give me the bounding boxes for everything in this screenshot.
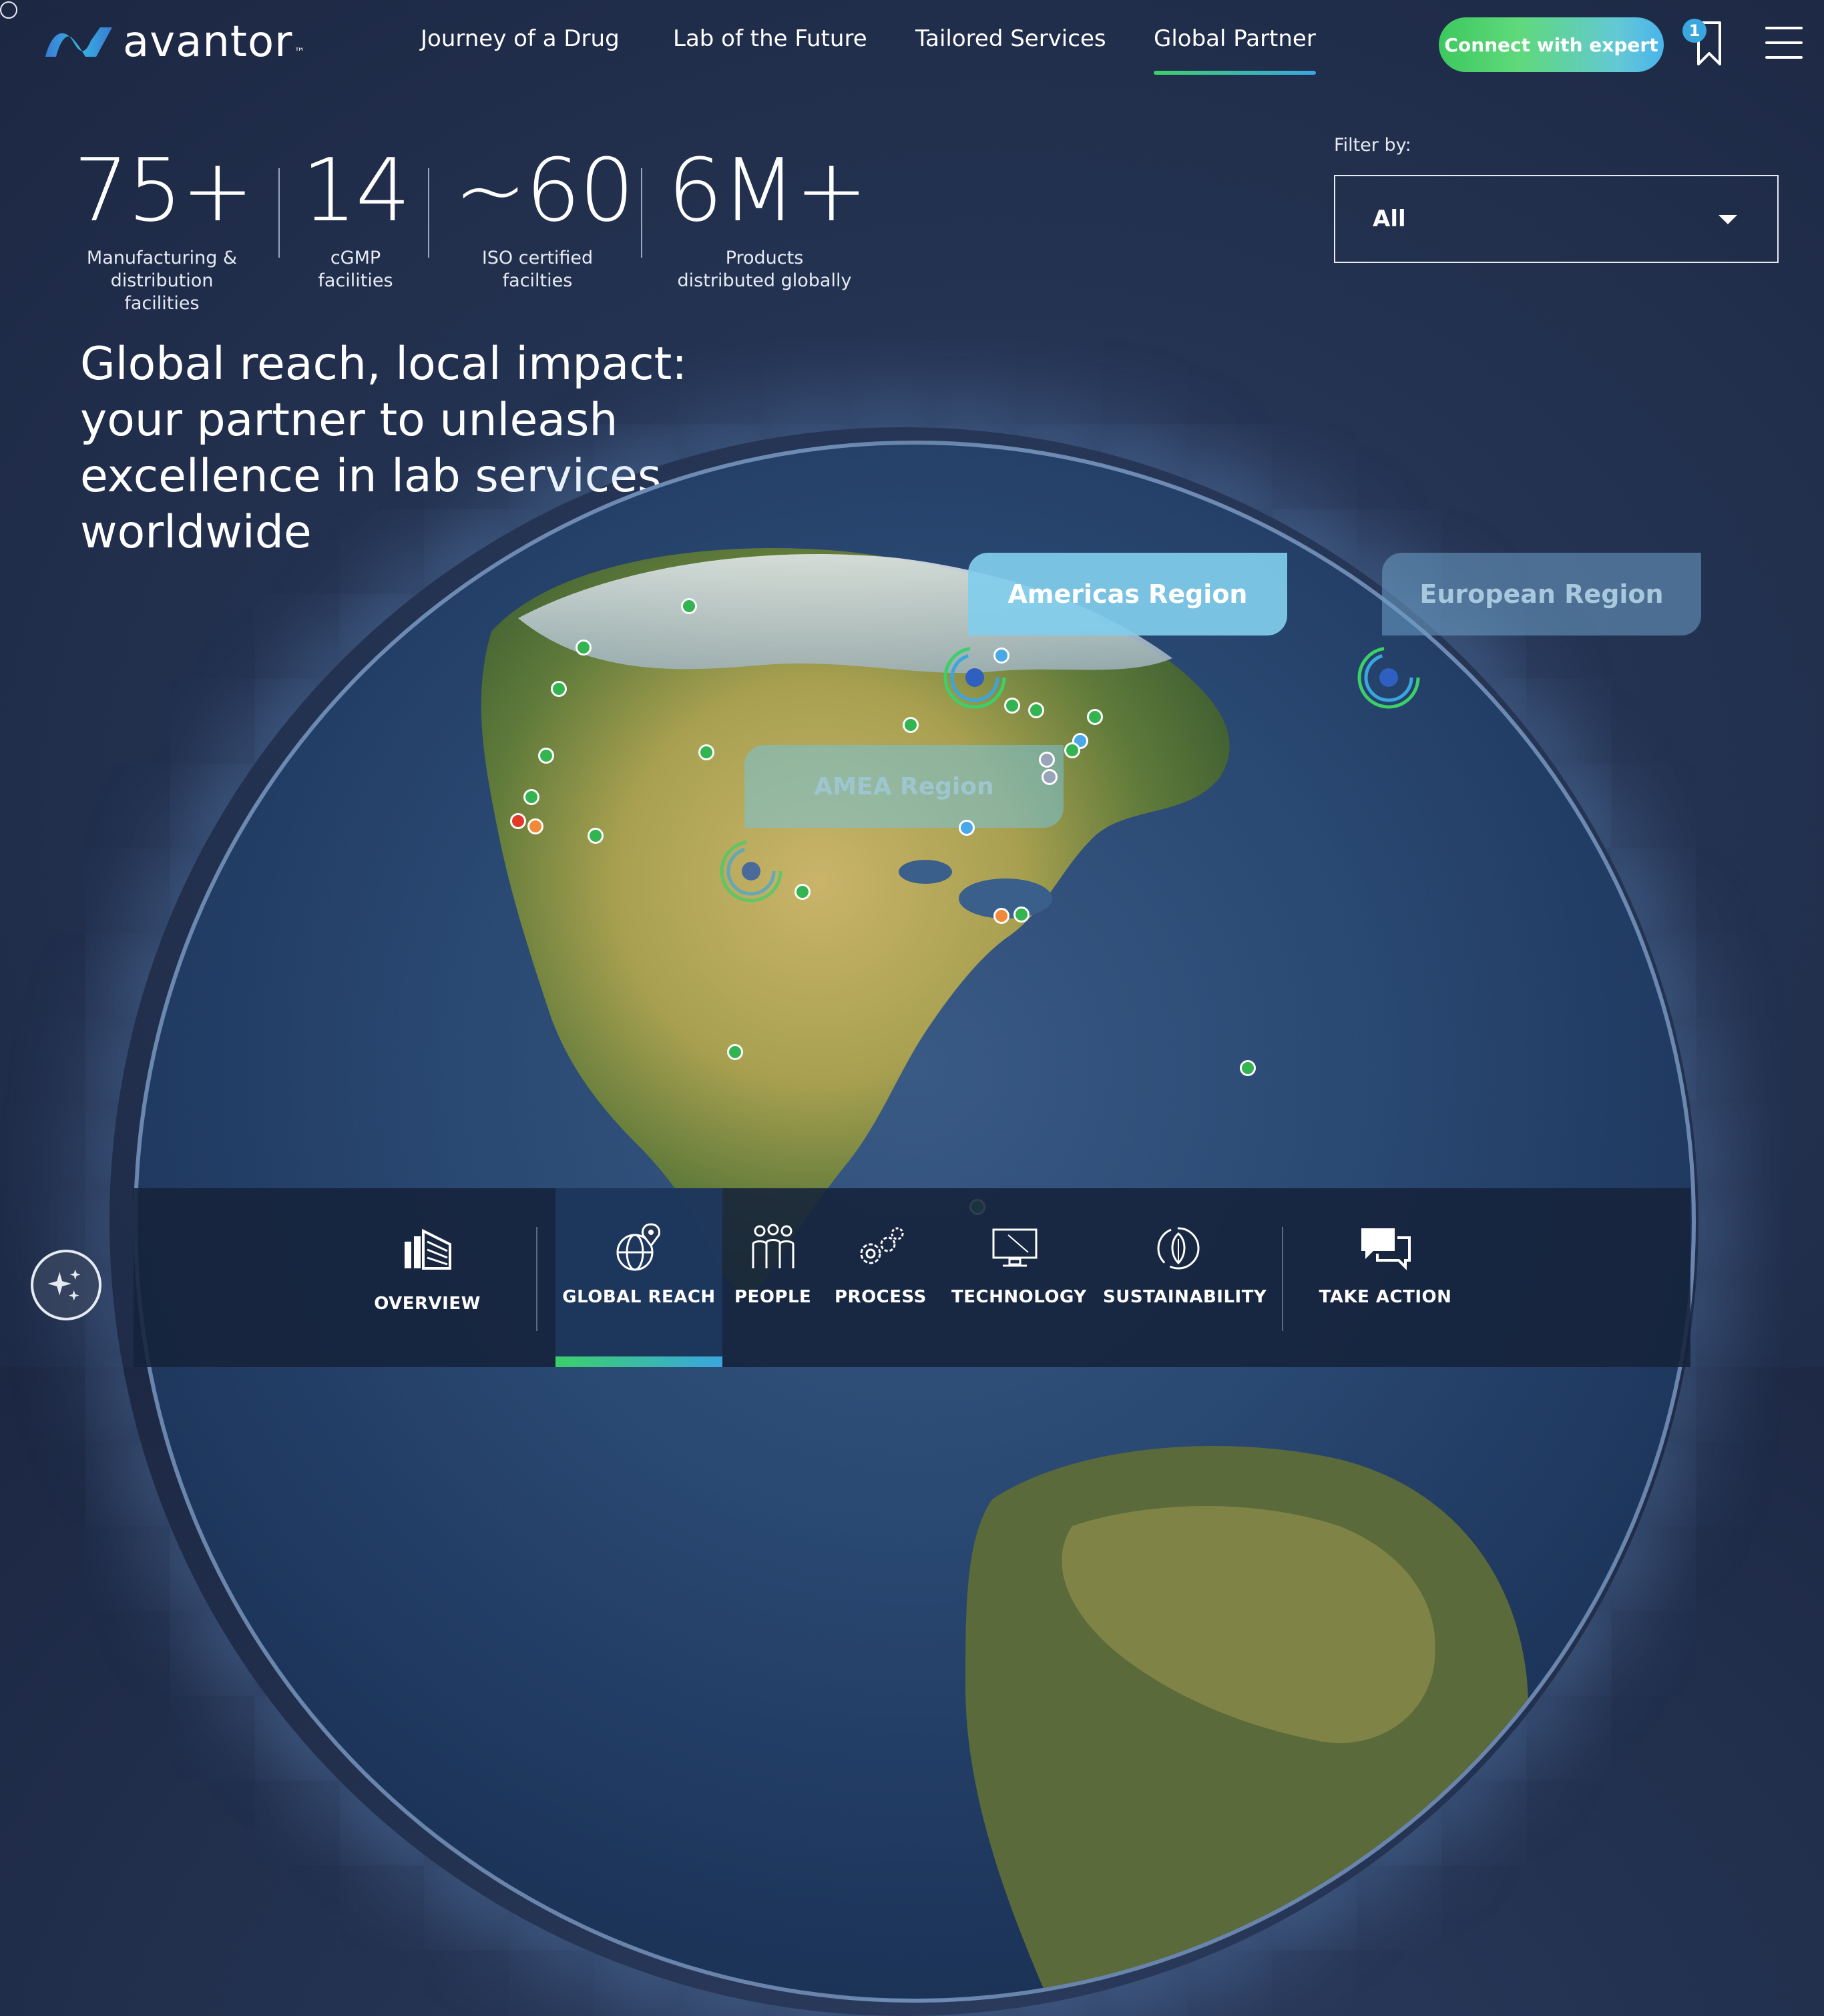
stat-label: Manufacturing & distribution facilities	[73, 247, 250, 315]
facility-marker[interactable]	[903, 717, 919, 733]
stat-divider	[428, 168, 429, 258]
facility-marker[interactable]	[1013, 907, 1030, 923]
facility-marker[interactable]	[993, 648, 1009, 664]
brand-trademark: ™	[294, 45, 305, 58]
building-icon	[405, 1228, 451, 1270]
filter-dropdown[interactable]: All	[1334, 175, 1779, 263]
section-nav-take-action[interactable]: TAKE ACTION	[1319, 1222, 1452, 1307]
stat-iso: ~60 ISO certified facilties	[454, 140, 634, 292]
region-tab-amea[interactable]: AMEA Region	[744, 745, 1064, 828]
people-icon	[752, 1224, 794, 1268]
section-nav-overview[interactable]: OVERVIEW	[374, 1222, 481, 1314]
stat-value: 14	[301, 140, 411, 241]
section-nav-label: SUSTAINABILITY	[1103, 1287, 1267, 1307]
stat-label-line: Products	[725, 248, 804, 268]
facility-marker[interactable]	[510, 813, 526, 829]
region-tab-americas[interactable]: Americas Region	[968, 553, 1287, 636]
chat-icon	[1361, 1228, 1411, 1270]
hamburger-menu-icon[interactable]	[1765, 27, 1803, 60]
brand-name: avantor	[123, 17, 293, 67]
section-nav-divider	[1282, 1227, 1283, 1331]
section-nav-divider	[536, 1227, 537, 1331]
stat-products: 6M+ Products distributed globally	[668, 140, 868, 292]
nav-lab-of-the-future[interactable]: Lab of the Future	[673, 25, 867, 52]
facility-marker[interactable]	[1004, 698, 1020, 714]
section-nav-label: GLOBAL REACH	[562, 1287, 716, 1307]
stat-label-line: Manufacturing &	[86, 248, 238, 268]
hub-marker-icon[interactable]	[718, 838, 784, 905]
section-nav-label: OVERVIEW	[374, 1294, 481, 1314]
ai-assistant-button[interactable]	[31, 1250, 101, 1320]
nav-global-partner[interactable]: Global Partner	[1154, 25, 1316, 75]
section-nav-people[interactable]: PEOPLE	[734, 1222, 811, 1307]
facility-marker[interactable]	[993, 908, 1009, 924]
stat-value: ~60	[454, 140, 634, 241]
bookmark-count-badge: 1	[1682, 19, 1706, 43]
stat-label: cGMP facilities	[294, 247, 417, 292]
nav-journey-of-a-drug[interactable]: Journey of a Drug	[421, 25, 620, 52]
stat-divider	[278, 168, 280, 258]
stat-divider	[641, 168, 642, 258]
facility-marker[interactable]	[1087, 709, 1103, 725]
gears-icon	[860, 1227, 903, 1264]
facility-marker[interactable]	[681, 598, 697, 614]
facility-marker[interactable]	[794, 884, 811, 900]
caret-down-icon	[1719, 215, 1737, 224]
stat-label-line: distribution facilities	[110, 270, 214, 314]
facility-marker[interactable]	[1240, 1060, 1256, 1076]
facility-marker[interactable]	[588, 828, 604, 844]
stat-label: Products distributed globally	[668, 247, 861, 292]
stat-label-line: facilties	[502, 270, 573, 291]
facility-marker[interactable]	[523, 789, 539, 805]
hub-marker-icon[interactable]	[1355, 644, 1422, 711]
avantor-logo[interactable]: avantor ™	[43, 17, 305, 67]
facility-marker[interactable]	[1039, 752, 1055, 768]
leaf-icon	[1157, 1227, 1199, 1270]
section-nav-sustainability[interactable]: SUSTAINABILITY	[1103, 1222, 1267, 1307]
stat-label: ISO certified facilties	[454, 247, 621, 292]
stat-label-line: cGMP	[330, 248, 381, 268]
section-nav-global-reach[interactable]: GLOBAL REACH	[562, 1222, 716, 1307]
filter-label: Filter by:	[1334, 135, 1411, 156]
stat-value: 6M+	[668, 140, 868, 241]
facility-marker[interactable]	[959, 820, 975, 836]
facility-marker[interactable]	[538, 748, 554, 764]
section-nav-label: TAKE ACTION	[1319, 1287, 1452, 1307]
facility-marker[interactable]	[527, 818, 543, 834]
section-nav-process[interactable]: PROCESS	[835, 1222, 927, 1307]
facility-marker[interactable]	[727, 1044, 743, 1060]
section-nav-label: PROCESS	[835, 1287, 927, 1307]
stat-cgmp: 14 cGMP facilities	[294, 147, 417, 292]
connect-with-expert-button[interactable]: Connect with expert	[1439, 17, 1664, 72]
stat-label-line: distributed globally	[677, 270, 852, 291]
section-nav-technology[interactable]: TECHNOLOGY	[951, 1222, 1087, 1307]
globe-pin-icon	[616, 1223, 660, 1271]
stat-facilities: 75+ Manufacturing & distribution facilit…	[73, 140, 254, 315]
stat-value: 75+	[73, 140, 254, 241]
facility-marker[interactable]	[576, 640, 592, 656]
avantor-logo-mark-icon	[45, 27, 112, 57]
facility-marker[interactable]	[1042, 769, 1058, 785]
window-indicator-ring	[0, 1, 17, 19]
section-nav-label: PEOPLE	[734, 1287, 812, 1307]
region-tab-europe[interactable]: European Region	[1382, 553, 1701, 636]
monitor-icon	[992, 1228, 1038, 1267]
filter-selected-value: All	[1373, 206, 1406, 232]
facility-marker[interactable]	[698, 744, 714, 760]
section-nav-label: TECHNOLOGY	[951, 1287, 1087, 1307]
stat-label-line: ISO certified	[481, 248, 594, 268]
facility-marker[interactable]	[1064, 742, 1080, 758]
facility-marker[interactable]	[1028, 702, 1044, 718]
stat-label-line: facilities	[318, 270, 393, 291]
facility-marker[interactable]	[551, 681, 567, 697]
nav-tailored-services[interactable]: Tailored Services	[915, 25, 1106, 52]
sparkle-icon	[47, 1269, 81, 1301]
south-america-landmass	[965, 1446, 1529, 1993]
